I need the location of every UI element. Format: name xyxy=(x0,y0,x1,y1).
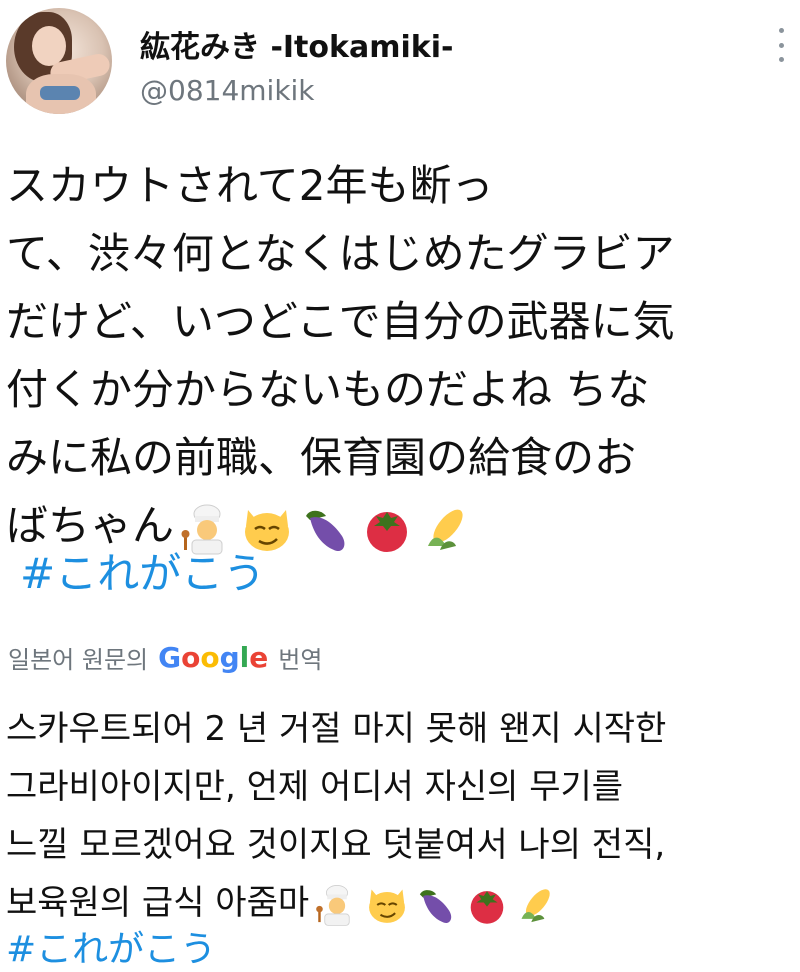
tweet-line: だけど、いつどこで自分の武器に気 xyxy=(6,297,675,346)
avatar-face xyxy=(32,26,66,66)
eggplant-emoji xyxy=(420,889,452,923)
hashtag-link[interactable]: #これがこう xyxy=(20,540,265,601)
corn-emoji xyxy=(428,509,463,550)
hashtag-link[interactable]: #これがこう xyxy=(6,920,216,972)
tweet-line: スカウトされて2年も断っ xyxy=(6,161,494,210)
smirking-cat-emoji xyxy=(369,889,406,923)
display-name[interactable]: 紘花みき -Itokamiki- xyxy=(140,22,453,66)
translation-line: 스카우트되어 2 년 거절 마지 못해 왠지 시작한 xyxy=(6,709,667,749)
translation-label-suffix: 번역 xyxy=(278,646,323,674)
translation-line: 보육원의 급식 아줌마 xyxy=(6,883,310,923)
more-options-icon[interactable] xyxy=(776,28,786,62)
eggplant-emoji xyxy=(306,510,345,551)
dot xyxy=(778,57,784,62)
google-logo: Google xyxy=(158,641,269,674)
translation-emoji-row xyxy=(315,883,559,927)
cook-emoji xyxy=(316,884,350,926)
avatar-top xyxy=(40,86,80,100)
tweet-line: 付くか分からないものだよね ちな xyxy=(6,365,650,414)
avatar[interactable] xyxy=(6,8,112,114)
user-handle[interactable]: @0814mikik xyxy=(140,74,315,107)
tweet-line: みに私の前職、保育園の給食のお xyxy=(6,433,637,482)
translation-label[interactable]: 일본어 원문의 Google 번역 xyxy=(8,640,322,675)
corn-emoji xyxy=(521,888,550,922)
dot xyxy=(778,28,784,33)
tweet-line: て、渋々何となくはじめたグラビア xyxy=(6,229,675,278)
dot xyxy=(778,42,784,48)
translated-text: 스카우트되어 2 년 거절 마지 못해 왠지 시작한 그라비아이지만, 언제 어… xyxy=(6,700,796,932)
translation-line: 느낄 모르겠어요 것이지요 덧붙여서 나의 전직, xyxy=(6,825,666,865)
translation-label-prefix: 일본어 원문의 xyxy=(8,646,149,674)
translation-line: 그라비아이지만, 언제 어디서 자신의 무기를 xyxy=(6,767,624,807)
tomato-emoji xyxy=(367,511,408,552)
tomato-emoji xyxy=(470,890,504,924)
tweet-text: スカウトされて2年も断っ て、渋々何となくはじめたグラビア だけど、いつどこで自… xyxy=(6,152,796,560)
